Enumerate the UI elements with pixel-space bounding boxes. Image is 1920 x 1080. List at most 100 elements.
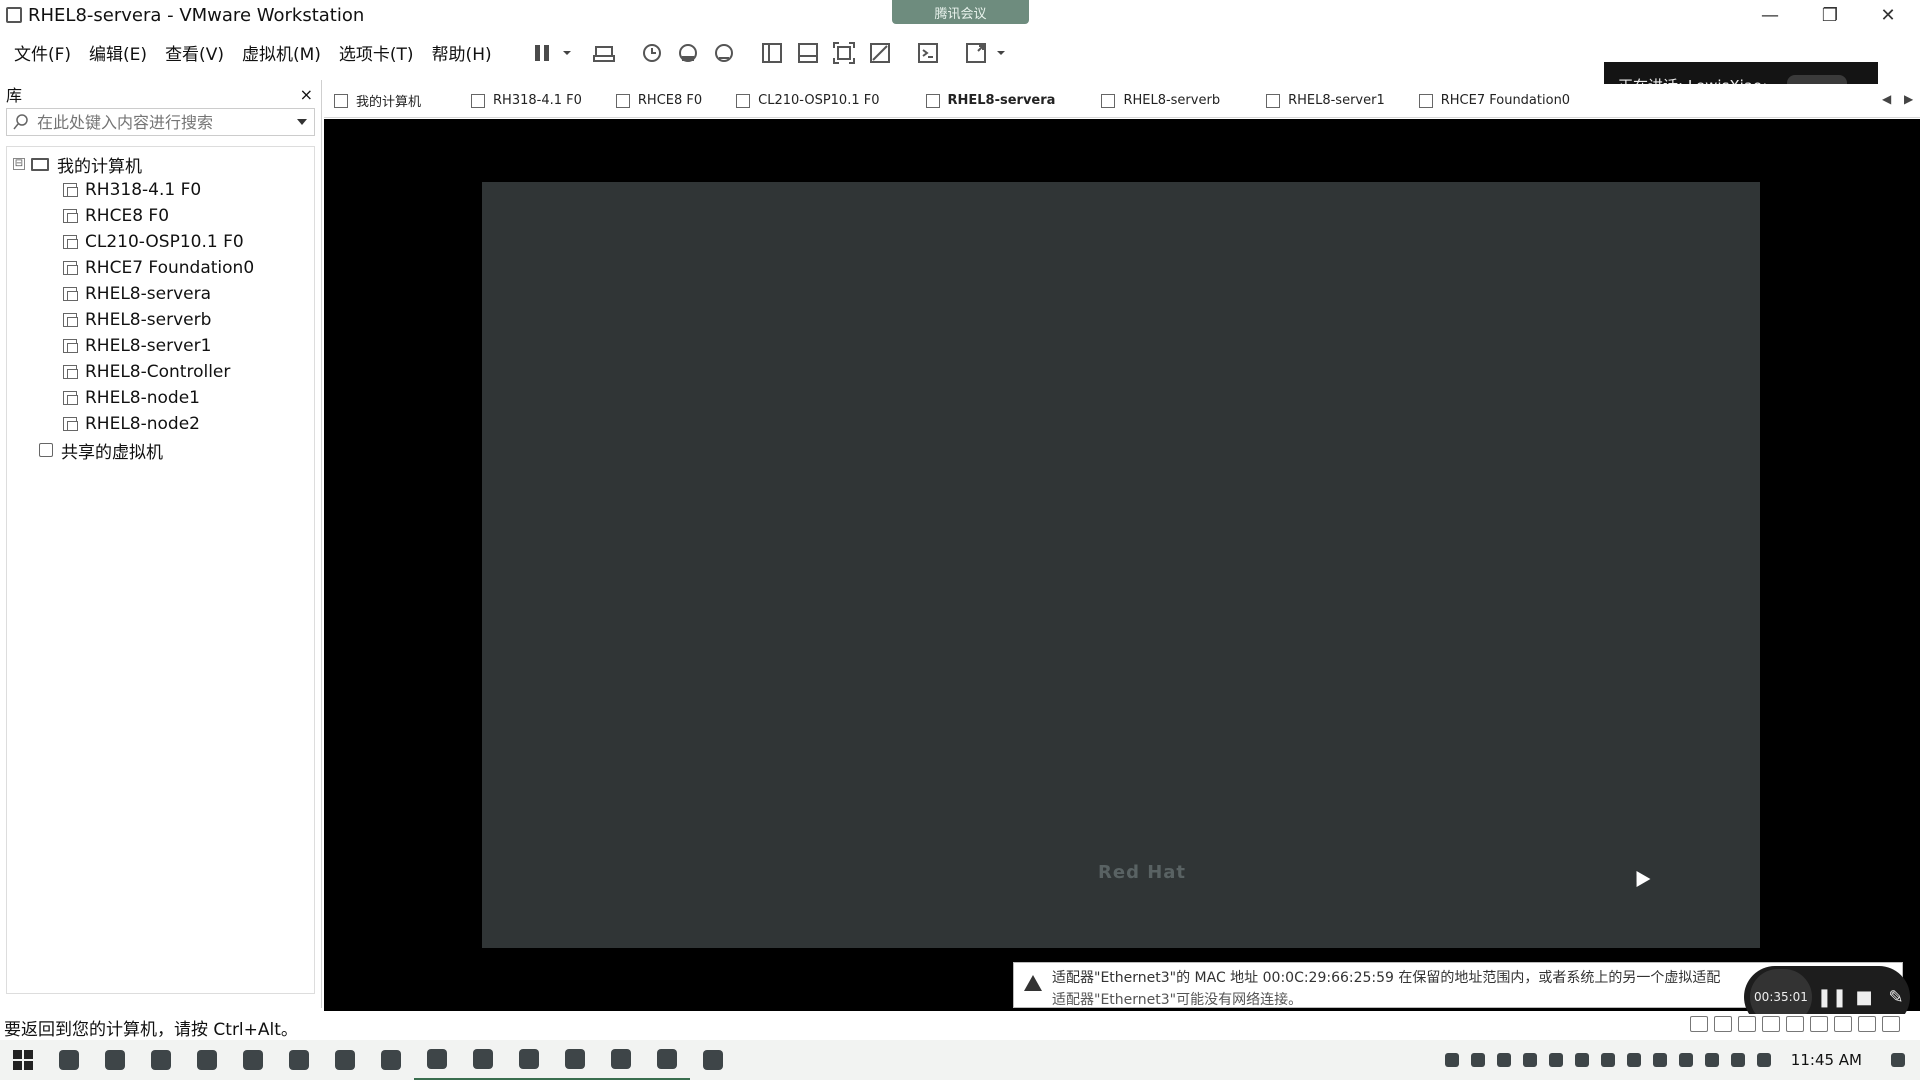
tab-scroll-right-button[interactable]: ▶ [1904, 92, 1913, 106]
taskbar-app-icon[interactable] [276, 1040, 322, 1080]
network-icon[interactable] [1673, 1040, 1699, 1080]
volume-icon[interactable] [1699, 1040, 1725, 1080]
taskbar-app-icon[interactable] [368, 1040, 414, 1080]
taskbar-app-icon[interactable] [690, 1040, 736, 1080]
warning-icon [1024, 975, 1042, 991]
snapshot-manager-icon[interactable] [706, 38, 742, 68]
menu-edit[interactable]: 编辑(E) [80, 34, 156, 70]
tab-vm-active[interactable]: RHEL8-servera [916, 84, 1068, 118]
tree-item-vm[interactable]: RHEL8-servera [7, 281, 314, 307]
taskbar-app-icon[interactable] [598, 1040, 644, 1080]
library-view-icon[interactable] [754, 38, 790, 68]
taskbar-app-icon[interactable] [322, 1040, 368, 1080]
tree-item-vm[interactable]: RHEL8-serverb [7, 307, 314, 333]
vm-icon [63, 209, 78, 223]
menu-vm[interactable]: 虚拟机(M) [233, 34, 330, 70]
tab-vm[interactable]: RH318-4.1 F0 [461, 84, 594, 118]
tab-scroll-left-button[interactable]: ◀ [1882, 92, 1891, 106]
tree-item-vm[interactable]: CL210-OSP10.1 F0 [7, 229, 314, 255]
network-adapter-icon[interactable] [1762, 1016, 1780, 1032]
search-input[interactable] [37, 112, 296, 132]
menu-tabs[interactable]: 选项卡(T) [330, 34, 423, 70]
taskbar-app-icon[interactable] [184, 1040, 230, 1080]
tab-vm[interactable]: RHEL8-serverb [1091, 84, 1232, 118]
display-icon[interactable] [1882, 1016, 1900, 1032]
vmware-taskbar-icon[interactable] [552, 1040, 598, 1080]
search-icon [13, 114, 28, 130]
taskbar-clock[interactable]: 11:45 AM [1777, 1051, 1876, 1069]
vm-running-icon [63, 313, 78, 327]
revert-snapshot-icon[interactable] [670, 38, 706, 68]
network-adapter-icon[interactable] [1834, 1016, 1852, 1032]
dropdown-icon[interactable] [560, 38, 574, 68]
file-explorer-icon[interactable] [92, 1040, 138, 1080]
network-adapter-icon[interactable] [1738, 1016, 1756, 1032]
fullscreen-icon[interactable] [826, 38, 862, 68]
battery-icon[interactable] [1647, 1040, 1673, 1080]
vm-icon [63, 391, 78, 405]
tree-item-vm[interactable]: RHEL8-node1 [7, 385, 314, 411]
unity-icon[interactable] [862, 38, 898, 68]
tree-item-vm[interactable]: RHEL8-node2 [7, 411, 314, 437]
taskbar-app-icon[interactable] [414, 1040, 460, 1080]
menu-help[interactable]: 帮助(H) [423, 34, 501, 70]
chevron-down-icon[interactable] [296, 117, 308, 127]
hard-disk-icon[interactable] [1690, 1016, 1708, 1032]
library-close-button[interactable]: × [300, 85, 313, 104]
tree-item-shared-vms[interactable]: 共享的虚拟机 [7, 437, 314, 463]
status-message: 要返回到您的计算机，请按 Ctrl+Alt。 [4, 1019, 298, 1040]
tab-vm[interactable]: RHCE7 Foundation0 [1409, 84, 1582, 118]
pause-icon[interactable] [524, 38, 560, 68]
cd-dvd-icon[interactable] [1714, 1016, 1732, 1032]
tab-vm[interactable]: CL210-OSP10.1 F0 [726, 84, 891, 118]
network-adapter-icon[interactable] [1810, 1016, 1828, 1032]
collapse-icon[interactable]: ⊟ [13, 158, 25, 170]
tray-app-icon[interactable] [1491, 1040, 1517, 1080]
tree-item-vm[interactable]: RHCE7 Foundation0 [7, 255, 314, 281]
tree-item-vm[interactable]: RH318-4.1 F0 [7, 177, 314, 203]
pause-recording-button[interactable]: ❚❚ [1817, 985, 1847, 1009]
task-view-icon[interactable] [46, 1040, 92, 1080]
tray-app-icon[interactable] [1595, 1040, 1621, 1080]
stop-recording-button[interactable]: ■ [1852, 985, 1876, 1009]
taskbar-app-icon[interactable] [138, 1040, 184, 1080]
menu-file[interactable]: 文件(F) [0, 34, 80, 70]
tab-vm[interactable]: RHCE8 F0 [606, 84, 714, 118]
tree-item-vm[interactable]: RHCE8 F0 [7, 203, 314, 229]
console-icon[interactable] [910, 38, 946, 68]
edit-recording-button[interactable]: ✎ [1884, 985, 1908, 1009]
help-icon[interactable] [1439, 1040, 1465, 1080]
tab-vm[interactable]: RHEL8-server1 [1256, 84, 1397, 118]
tree-item-vm[interactable]: RHEL8-Controller [7, 359, 314, 385]
stretch-icon[interactable] [958, 38, 994, 68]
menu-view[interactable]: 查看(V) [156, 34, 233, 70]
snapshot-icon[interactable] [634, 38, 670, 68]
input-method-icon[interactable] [1725, 1040, 1751, 1080]
vm-screen[interactable]: Red Hat [482, 182, 1760, 948]
send-keys-icon[interactable] [586, 38, 622, 68]
tray-app-icon[interactable] [1517, 1040, 1543, 1080]
windows-start-button[interactable] [0, 1040, 46, 1080]
taskbar-app-icon[interactable] [644, 1040, 690, 1080]
minimize-button[interactable]: — [1742, 0, 1798, 30]
vm-icon [63, 417, 78, 431]
dropdown-icon[interactable] [994, 38, 1008, 68]
maximize-button[interactable]: ❐ [1802, 0, 1858, 30]
taskbar-app-icon[interactable] [460, 1040, 506, 1080]
tray-app-icon[interactable] [1543, 1040, 1569, 1080]
edge-browser-icon[interactable] [230, 1040, 276, 1080]
taskbar-app-icon[interactable] [506, 1040, 552, 1080]
chevron-up-icon[interactable] [1465, 1040, 1491, 1080]
tab-my-computer[interactable]: 我的计算机 [324, 84, 433, 118]
tree-item-my-computer[interactable]: ⊟ 我的计算机 [7, 151, 314, 177]
network-adapter-icon[interactable] [1786, 1016, 1804, 1032]
meeting-tab[interactable]: 腾讯会议 [892, 0, 1029, 24]
close-button[interactable]: ✕ [1860, 0, 1916, 30]
usb-icon[interactable] [1858, 1016, 1876, 1032]
microphone-icon[interactable] [1621, 1040, 1647, 1080]
tray-app-icon[interactable] [1569, 1040, 1595, 1080]
notification-center-icon[interactable] [1876, 1040, 1920, 1080]
thumbnail-icon[interactable] [790, 38, 826, 68]
tray-app-icon[interactable] [1751, 1040, 1777, 1080]
tree-item-vm[interactable]: RHEL8-server1 [7, 333, 314, 359]
